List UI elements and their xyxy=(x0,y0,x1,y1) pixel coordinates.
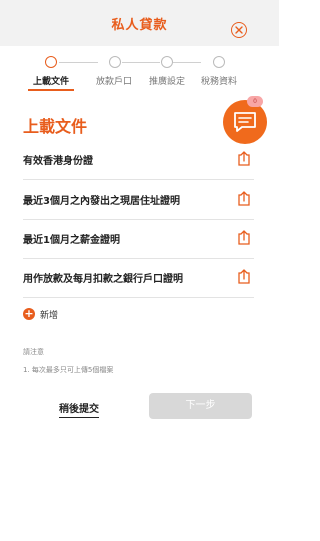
document-label: 有效香港身份證 xyxy=(23,156,93,167)
step-4-indicator xyxy=(213,56,225,68)
step-1-indicator xyxy=(45,56,57,68)
upload-icon[interactable] xyxy=(236,150,252,167)
note-item: 1. 每次最多只可上傳5個檔案 xyxy=(23,366,114,374)
step-1-label: 上載文件 xyxy=(32,77,69,87)
submit-later-button[interactable]: 稍後提交 xyxy=(59,400,99,418)
close-button[interactable] xyxy=(231,22,247,38)
plus-icon: + xyxy=(23,307,35,320)
step-connector xyxy=(173,62,201,63)
note-title: 請注意 xyxy=(23,348,44,356)
step-connector xyxy=(59,62,98,63)
upload-icon[interactable] xyxy=(236,190,252,207)
close-icon xyxy=(235,26,243,34)
next-step-button[interactable]: 下一步 xyxy=(149,393,252,419)
document-row-salary-proof[interactable]: 最近1個月之薪金證明 xyxy=(23,218,254,259)
document-row-bank-account-proof[interactable]: 用作放款及每月扣款之銀行戶口證明 xyxy=(23,257,254,298)
step-connector xyxy=(122,62,160,63)
step-4-label: 稅務資料 xyxy=(200,77,237,87)
document-label: 最近3個月之內發出之現居住址證明 xyxy=(23,196,180,207)
upload-icon[interactable] xyxy=(236,268,252,285)
progress-stepper: 上載文件 放款戶口 推廣設定 稅務資料 xyxy=(0,46,279,96)
document-row-address-proof[interactable]: 最近3個月之內發出之現居住址證明 xyxy=(23,179,254,220)
chat-badge: 0 xyxy=(247,96,263,107)
step-2-label: 放款戶口 xyxy=(95,77,132,87)
step-3-label: 推廣設定 xyxy=(148,77,185,87)
document-label: 最近1個月之薪金證明 xyxy=(23,235,120,246)
step-3-indicator xyxy=(161,56,173,68)
active-step-underline xyxy=(28,89,74,91)
document-label: 用作放款及每月扣款之銀行戶口證明 xyxy=(23,274,183,285)
header-bar: 私人貸款 xyxy=(0,0,279,46)
add-label: 新增 xyxy=(40,311,59,321)
document-row-hkid[interactable]: 有效香港身份證 xyxy=(23,139,254,180)
upload-icon[interactable] xyxy=(236,229,252,246)
step-2-indicator xyxy=(109,56,121,68)
chat-button[interactable] xyxy=(223,100,267,144)
chat-icon xyxy=(234,112,256,132)
section-title: 上載文件 xyxy=(23,117,88,136)
